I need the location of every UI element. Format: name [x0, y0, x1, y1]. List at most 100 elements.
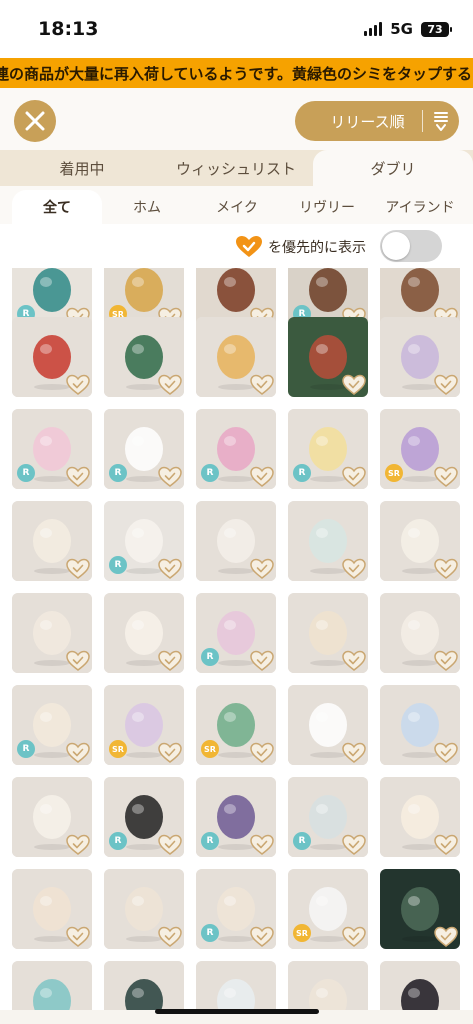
rarity-badge: R: [17, 740, 35, 758]
item-head-earring[interactable]: [12, 869, 92, 949]
item-sewing-machine[interactable]: SR: [104, 685, 184, 765]
item-ribbon-top[interactable]: R: [104, 409, 184, 489]
favorite-heart-icon[interactable]: [340, 463, 368, 489]
item-frill-socks[interactable]: [288, 685, 368, 765]
item-holly-garland[interactable]: [288, 317, 368, 397]
favorite-heart-icon[interactable]: [156, 739, 184, 765]
subtab-all[interactable]: 全て: [12, 190, 102, 224]
item-glass-jar[interactable]: R: [288, 777, 368, 857]
item-lace-arch[interactable]: R: [12, 685, 92, 765]
item-scissors[interactable]: [12, 501, 92, 581]
item-teal-orb[interactable]: [104, 961, 184, 1010]
news-ticker[interactable]: 連の商品が大量に再入荷しているようです。黄緑色のシミをタップする: [0, 58, 473, 88]
tab-wishlist[interactable]: ウィッシュリスト: [160, 150, 312, 186]
favorite-heart-icon[interactable]: [340, 555, 368, 581]
item-white-braids[interactable]: SR: [288, 869, 368, 949]
priority-toggle[interactable]: [380, 230, 442, 262]
item-green-creature[interactable]: SR: [196, 685, 276, 765]
item-dark-window[interactable]: [380, 869, 460, 949]
item-teal-ring[interactable]: [12, 961, 92, 1010]
rarity-badge: SR: [293, 924, 311, 942]
item-cream-hat[interactable]: [12, 593, 92, 673]
item-lace-curtain[interactable]: R: [104, 501, 184, 581]
item-pearl-garland[interactable]: [380, 593, 460, 673]
rarity-badge: SR: [201, 740, 219, 758]
favorite-heart-icon[interactable]: [156, 831, 184, 857]
favorite-heart-icon[interactable]: [340, 923, 368, 949]
item-pink-cushion[interactable]: R: [196, 593, 276, 673]
favorite-heart-icon[interactable]: [156, 463, 184, 489]
sort-label: リリース順: [330, 112, 405, 131]
favorite-heart-icon[interactable]: [248, 555, 276, 581]
item-scroll[interactable]: [288, 593, 368, 673]
favorite-heart-icon[interactable]: [64, 739, 92, 765]
favorite-heart-icon[interactable]: [64, 831, 92, 857]
item-glass-dress[interactable]: [380, 317, 460, 397]
item-small-bust[interactable]: [288, 961, 368, 1010]
favorite-heart-icon[interactable]: [340, 371, 368, 397]
subtab-home[interactable]: ホム: [104, 190, 190, 224]
favorite-heart-icon[interactable]: [156, 371, 184, 397]
item-santa-figure[interactable]: [12, 317, 92, 397]
favorite-heart-icon[interactable]: [432, 831, 460, 857]
item-grid[interactable]: R SR R R R R R SR R R R SR SR R R R R SR: [0, 268, 473, 1010]
item-purple-overall[interactable]: R: [196, 777, 276, 857]
favorite-heart-icon[interactable]: [432, 371, 460, 397]
item-pearl[interactable]: [104, 593, 184, 673]
subtab-makeup[interactable]: メイク: [192, 190, 282, 224]
favorite-heart-icon[interactable]: [248, 831, 276, 857]
sort-button[interactable]: リリース順: [295, 101, 459, 141]
tab-wearing[interactable]: 着用中: [20, 150, 144, 186]
rarity-badge: R: [201, 924, 219, 942]
item-ribbon-spools[interactable]: [288, 501, 368, 581]
favorite-heart-icon[interactable]: [340, 831, 368, 857]
item-white-shirt[interactable]: [12, 777, 92, 857]
item-ruffle-top[interactable]: [380, 777, 460, 857]
item-head-blue-eyes[interactable]: R: [196, 869, 276, 949]
favorite-heart-icon[interactable]: [432, 739, 460, 765]
item-dark-bell[interactable]: [380, 961, 460, 1010]
favorite-heart-icon[interactable]: [64, 371, 92, 397]
favorite-heart-icon[interactable]: [248, 923, 276, 949]
favorite-heart-icon[interactable]: [64, 555, 92, 581]
favorite-heart-icon[interactable]: [156, 647, 184, 673]
favorite-heart-icon[interactable]: [64, 647, 92, 673]
item-pink-dress[interactable]: R: [12, 409, 92, 489]
favorite-heart-icon[interactable]: [340, 739, 368, 765]
favorite-heart-icon[interactable]: [64, 463, 92, 489]
item-thumbnail: [288, 961, 368, 1010]
favorite-heart-icon[interactable]: [156, 555, 184, 581]
favorite-heart-icon[interactable]: [248, 371, 276, 397]
item-pearl-strand[interactable]: [380, 501, 460, 581]
item-purple-wig[interactable]: SR: [380, 409, 460, 489]
favorite-heart-icon[interactable]: [432, 555, 460, 581]
subtab-island[interactable]: アイランド: [372, 190, 468, 224]
favorite-heart-icon[interactable]: [64, 923, 92, 949]
favorite-heart-icon[interactable]: [248, 463, 276, 489]
subtab-livly[interactable]: リヴリー: [284, 190, 370, 224]
item-doily[interactable]: [196, 501, 276, 581]
favorite-heart-icon[interactable]: [432, 923, 460, 949]
item-blue-socks[interactable]: [380, 685, 460, 765]
close-button[interactable]: [14, 100, 56, 142]
item-blonde-wig[interactable]: R: [288, 409, 368, 489]
subtab-all-label: 全て: [43, 200, 71, 216]
favorite-heart-icon[interactable]: [156, 923, 184, 949]
battery-icon: 73: [421, 21, 452, 37]
rarity-badge: R: [201, 832, 219, 850]
sort-order-icon: [423, 110, 459, 132]
item-green-candy[interactable]: [104, 317, 184, 397]
favorite-heart-icon[interactable]: [432, 463, 460, 489]
favorite-heart-icon[interactable]: [248, 647, 276, 673]
item-head-bubbles[interactable]: [104, 869, 184, 949]
item-black-coat[interactable]: R: [104, 777, 184, 857]
favorite-heart-icon[interactable]: [248, 739, 276, 765]
home-indicator: [155, 1009, 319, 1014]
heart-check-icon: [236, 236, 262, 257]
item-cake-stand[interactable]: R: [196, 409, 276, 489]
item-gold-tree[interactable]: [196, 317, 276, 397]
tab-duplicates[interactable]: ダブリ: [313, 150, 473, 186]
item-pale-flower[interactable]: [196, 961, 276, 1010]
favorite-heart-icon[interactable]: [340, 647, 368, 673]
favorite-heart-icon[interactable]: [432, 647, 460, 673]
